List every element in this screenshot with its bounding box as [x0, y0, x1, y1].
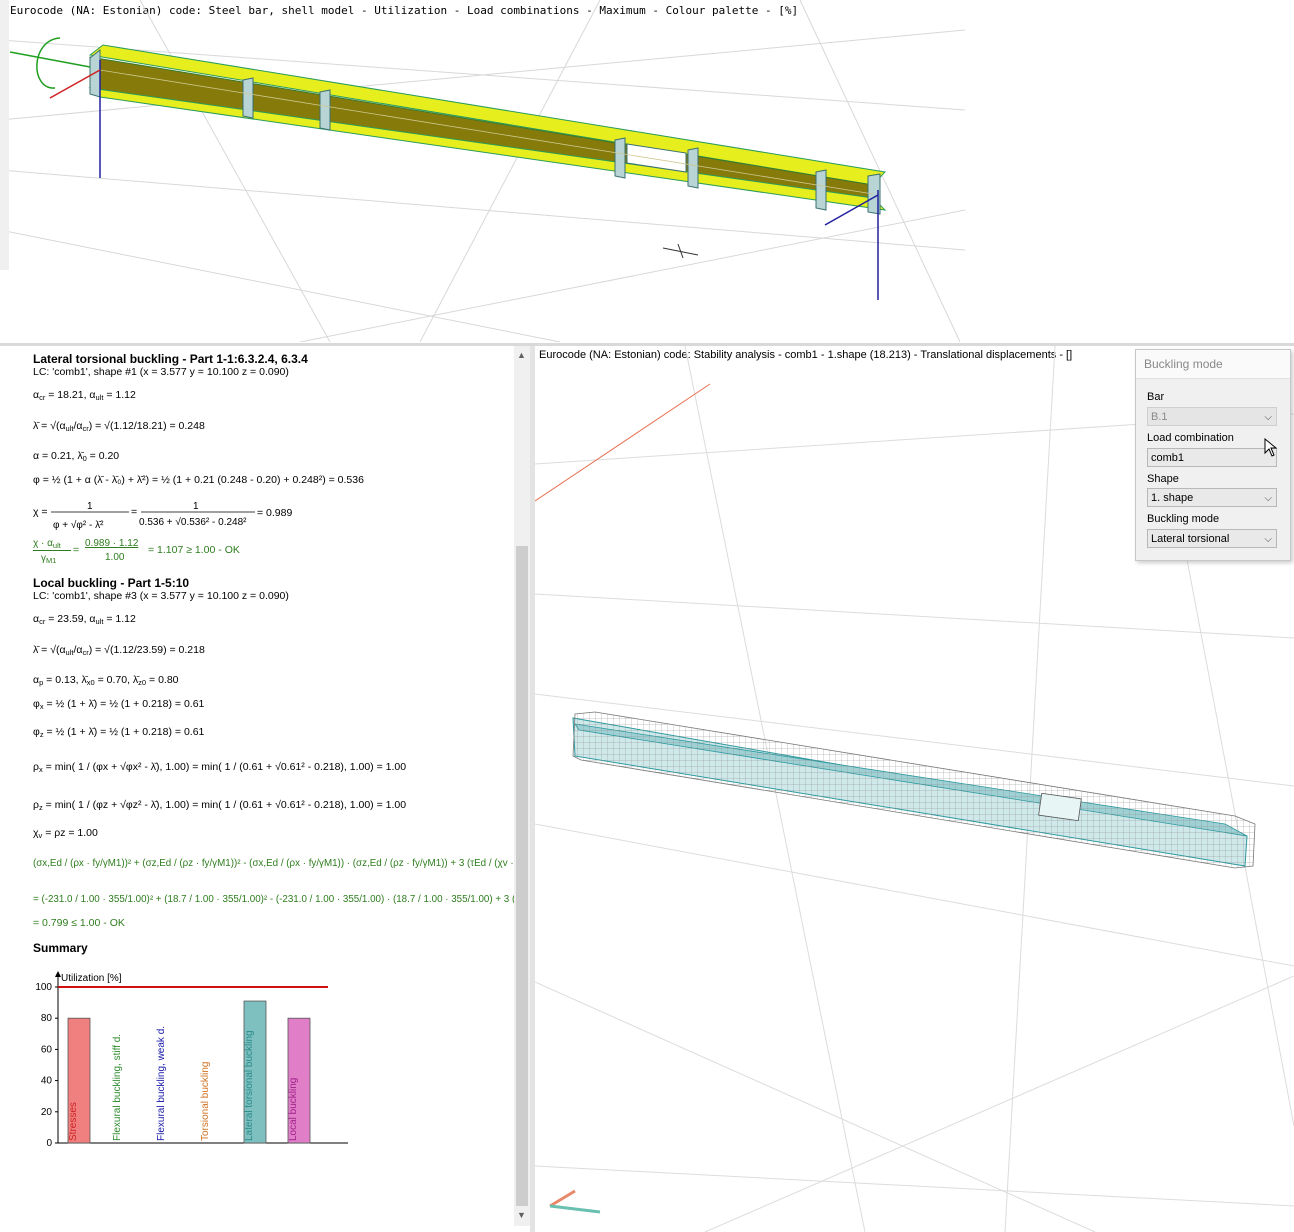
mouse-cursor-icon: [1264, 438, 1278, 457]
lb-interaction-row2: = (-231.0 / 1.00 · 355/1.00)² + (18.7 / …: [33, 894, 530, 905]
svg-text:φ + √φ² - λ̄²: φ + √φ² - λ̄²: [53, 519, 104, 531]
ltb-imperfection-row: α = 0.21, λ̄0 = 0.20: [33, 450, 120, 463]
lb-heading: Local buckling - Part 1-5:10: [33, 576, 190, 590]
chevron-down-icon: ⌵: [1264, 412, 1272, 423]
y-axis-label: Utilization [%]: [61, 973, 122, 984]
y-tick-label: 40: [41, 1076, 53, 1087]
calculation-report-panel[interactable]: Lateral torsional buckling - Part 1-1:6.…: [20, 346, 530, 1232]
utilization-chart: Utilization [%] 0 20 40 60 80 100 Stresses Flexu…: [35, 971, 348, 1149]
top-view-canvas[interactable]: [0, 0, 965, 342]
ltb-alpha-row: αcr = 18.21, αult = 1.12: [33, 389, 136, 402]
load-combination-select[interactable]: comb1: [1147, 448, 1277, 467]
scroll-thumb[interactable]: [516, 546, 528, 1206]
y-tick-label: 80: [41, 1013, 53, 1024]
ltb-lambda-row: λ̄ = √(αult/αcr) = √(1.12/18.21) = 0.248: [33, 420, 205, 433]
svg-text:χ =: χ =: [33, 506, 48, 518]
top-3d-view[interactable]: Eurocode (NA: Estonian) code: Steel bar,…: [0, 0, 965, 342]
lb-result: = 0.799 ≤ 1.00 - OK: [33, 917, 125, 929]
lb-lambda-row: λ̄ = √(αult/αcr) = √(1.12/23.59) = 0.218: [33, 644, 205, 657]
lb-rhox-row: ρx = min( 1 / (φx + √φx² - λ̄), 1.00) = …: [33, 761, 407, 774]
chevron-down-icon: ⌵: [1264, 493, 1272, 504]
y-tick-label: 100: [35, 982, 52, 993]
category-label: Lateral torsional buckling: [244, 1030, 255, 1141]
shape-label: Shape: [1147, 473, 1179, 485]
load-combination-label: Load combination: [1147, 432, 1234, 444]
axis-gizmo-icon: [549, 1189, 601, 1214]
scroll-up-arrow-icon[interactable]: ▲: [517, 350, 526, 360]
shape-select[interactable]: 1. shape ⌵: [1147, 488, 1277, 507]
buckling-mode-label: Buckling mode: [1147, 513, 1220, 525]
chevron-down-icon: ⌵: [1264, 534, 1272, 545]
category-label: Flexural buckling, stiff d.: [112, 1034, 123, 1141]
ltb-phi-row: φ = ½ (1 + α (λ̄ - λ̄₀) + λ̄²) = ½ (1 + …: [33, 474, 364, 486]
lb-load-case: LC: 'comb1', shape #3 (x = 3.577 y = 10.…: [33, 590, 289, 602]
svg-text:=: =: [131, 506, 137, 518]
dialog-title: Buckling mode: [1136, 350, 1290, 379]
ltb-load-case: LC: 'comb1', shape #1 (x = 3.577 y = 10.…: [33, 366, 289, 378]
x-axis-line: [535, 383, 711, 502]
lb-interaction-row1: (σx,Ed / (ρx · fy/γM1))² + (σz,Ed / (ρz …: [33, 858, 530, 869]
category-label: Flexural buckling, weak d.: [156, 1026, 167, 1141]
lb-alpha-p-row: αp = 0.13, λ̄x0 = 0.70, λ̄z0 = 0.80: [33, 674, 179, 687]
y-axis-arrow: [9, 51, 91, 68]
steel-beam: [88, 44, 887, 215]
scroll-down-arrow-icon[interactable]: ▼: [517, 1210, 526, 1220]
bar-select: B.1 ⌵: [1147, 407, 1277, 426]
ltb-heading: Lateral torsional buckling - Part 1-1:6.…: [33, 352, 308, 366]
left-splitter: [0, 0, 9, 270]
buckled-beam-mesh: [572, 711, 1256, 869]
lb-rhoz-row: ρz = min( 1 / (φz + √φz² - λ̄), 1.00) = …: [33, 799, 407, 812]
rotation-icon: [36, 37, 61, 89]
y-tick-label: 20: [41, 1107, 53, 1118]
lb-chiv-row: χv = ρz = 1.00: [33, 827, 98, 840]
category-label: Local buckling: [288, 1078, 299, 1141]
lb-phiz-row: φz = ½ (1 + λ̄) = ½ (1 + 0.218) = 0.61: [33, 726, 205, 739]
ltb-chi-result: = 0.989: [257, 507, 293, 519]
ltb-chi-denominator: 0.536 + √0.536² - 0.248²: [139, 517, 247, 528]
summary-heading: Summary: [33, 941, 88, 955]
svg-text:1: 1: [87, 501, 93, 512]
bar-label: Bar: [1147, 391, 1165, 403]
lb-phix-row: φx = ½ (1 + λ̄) = ½ (1 + 0.218) = 0.61: [33, 698, 205, 711]
calc-scrollbar[interactable]: ▲ ▼: [514, 346, 530, 1226]
y-tick-label: 60: [41, 1044, 53, 1055]
svg-text:1: 1: [193, 501, 199, 512]
category-label: Torsional buckling: [200, 1062, 211, 1142]
lb-alpha-row: αcr = 23.59, αult = 1.12: [33, 613, 136, 626]
buckling-mode-dialog[interactable]: Buckling mode Bar B.1 ⌵ Load combination …: [1135, 349, 1291, 561]
buckling-mode-select[interactable]: Lateral torsional ⌵: [1147, 529, 1277, 548]
y-tick-label: 0: [46, 1138, 52, 1149]
category-label: Stresses: [68, 1102, 79, 1141]
